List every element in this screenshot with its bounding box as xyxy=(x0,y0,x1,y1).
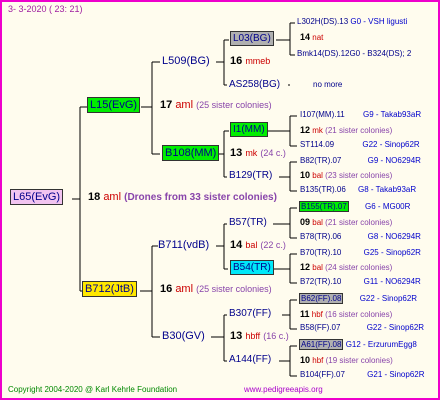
gen3-queen-8[interactable]: A144(FF) xyxy=(229,355,271,365)
gen4-code-14[interactable]: B104(FF).07 xyxy=(300,370,345,379)
website-link[interactable]: www.pedigreeapis.org xyxy=(244,386,323,394)
gen2-label-2: mk xyxy=(245,148,258,158)
gen4-code-7[interactable]: B155(TR).07 xyxy=(299,201,349,212)
gen4-code-6[interactable]: B135(TR).06 xyxy=(300,185,346,194)
gen2-queen-1[interactable]: L509(BG) xyxy=(162,56,210,67)
gen2-note-3: (22 c.) xyxy=(260,240,286,250)
root-queen[interactable]: L65(EvG) xyxy=(10,189,64,205)
gen2-label-1: mmeb xyxy=(245,56,271,66)
gen4-code-13[interactable]: A61(FF).08 xyxy=(299,339,344,350)
gen1-top-queen[interactable]: L15(EvG) xyxy=(87,97,141,113)
gen4-num-7: 10 xyxy=(300,355,311,365)
gen4-tail-10: G11 - NO6294R xyxy=(363,277,421,286)
gen4-tail-8: G8 - NO6294R xyxy=(367,232,421,241)
gen4-num-4: 09 xyxy=(300,217,311,227)
gen2-queen-3[interactable]: B711(vdB) xyxy=(158,240,209,251)
gen4-tail-1: G0 - VSH ligusti xyxy=(350,17,408,26)
gen4-code-2[interactable]: Bmk14(DS).12G0 - B324(DS); 2 xyxy=(297,50,411,58)
gen4-num-2: 12 xyxy=(300,125,311,135)
gen1-top-num: 17 xyxy=(160,99,173,111)
gen4-label-2: mk xyxy=(312,126,323,135)
gen2-num-4: 13 xyxy=(230,330,243,342)
gen3-queen-3[interactable]: I1(MM) xyxy=(230,122,268,137)
gen4-tail-11: G22 - Sinop62R xyxy=(359,294,418,303)
gen4-tail-12: G22 - Sinop62R xyxy=(366,323,425,332)
gen4-tail-4: G22 - Sinop62R xyxy=(362,140,420,149)
root-label: aml xyxy=(103,191,122,203)
gen4-tail-14: G21 - Sinop62R xyxy=(367,370,425,379)
gen4-note-3: (23 sister colonies) xyxy=(325,171,393,180)
gen1-top-note: (25 sister colonies) xyxy=(196,100,272,110)
root-note: (Drones from 33 sister colonies) xyxy=(124,192,277,203)
gen4-tail-6: G8 - Takab93aR xyxy=(358,185,417,194)
gen4-code-3[interactable]: I107(MM).11 xyxy=(300,110,345,119)
gen4-note-7: (19 sister colonies) xyxy=(325,356,393,365)
gen1-bot-note: (25 sister colonies) xyxy=(196,284,272,294)
gen4-label-4: bal xyxy=(312,218,323,227)
gen4-code-11[interactable]: B62(FF).08 xyxy=(299,293,344,304)
gen1-bot-queen[interactable]: B712(JtB) xyxy=(82,281,137,297)
gen4-tail-5: G9 - NO6294R xyxy=(367,156,421,165)
gen2-label-4: hbff xyxy=(245,331,261,341)
gen2-num-3: 14 xyxy=(230,239,243,251)
gen2-num-2: 13 xyxy=(230,147,243,159)
gen4-num-5: 12 xyxy=(300,262,311,272)
gen4-code-10[interactable]: B72(TR).10 xyxy=(300,277,341,286)
gen3-queen-5[interactable]: B57(TR) xyxy=(229,218,267,228)
gen4-code-4[interactable]: ST114.09 xyxy=(300,140,334,149)
gen4-note-5: (24 sister colonies) xyxy=(325,263,393,272)
gen4-code-1[interactable]: L302H(DS).13 xyxy=(297,17,348,26)
gen4-code-12[interactable]: B58(FF).07 xyxy=(300,323,340,332)
gen4-label-6: hbf xyxy=(311,310,323,319)
root-num: 18 xyxy=(88,191,101,203)
gen4-tail-9: G25 - Sinop62R xyxy=(363,248,421,257)
gen2-note-2: (24 c.) xyxy=(260,148,286,158)
gen3-queen-1[interactable]: L03(BG) xyxy=(230,31,274,46)
gen4-code-5[interactable]: B82(TR).07 xyxy=(300,156,341,165)
gen4-label-5: bal xyxy=(312,263,323,272)
gen4-tail-3: G9 - Takab93aR xyxy=(363,110,422,119)
gen4-note-2: (21 sister colonies) xyxy=(325,126,393,135)
gen2-queen-2[interactable]: B108(MM) xyxy=(162,145,220,161)
gen4-note-6: (16 sister colonies) xyxy=(325,310,393,319)
gen2-queen-4[interactable]: B30(GV) xyxy=(162,331,205,342)
gen3-queen-6[interactable]: B54(TR) xyxy=(230,260,274,275)
gen4-label-1: nat xyxy=(312,33,324,42)
gen4-tail-7: G6 - MG00R xyxy=(365,202,411,211)
gen4-label-3: bal xyxy=(312,171,323,180)
gen3-queen-7[interactable]: B307(FF) xyxy=(229,309,271,319)
gen4-tail-13: G12 - ErzurumEgg8 xyxy=(345,340,417,349)
gen4-code-9[interactable]: B70(TR).10 xyxy=(300,248,341,257)
gen1-bot-label: aml xyxy=(175,283,194,295)
gen4-code-8[interactable]: B78(TR).06 xyxy=(300,232,341,241)
gen2-label-3: bal xyxy=(245,240,258,250)
gen2-num-1: 16 xyxy=(230,55,243,67)
gen3-queen-4[interactable]: B129(TR) xyxy=(229,171,272,181)
copyright-text: Copyright 2004-2020 @ Karl Kehrle Founda… xyxy=(8,385,178,394)
gen2-note-4: (16 c.) xyxy=(263,331,289,341)
gen1-bot-num: 16 xyxy=(160,283,173,295)
pedigree-date: 3- 3-2020 ( 23: 21) xyxy=(8,4,83,14)
gen1-top-label: aml xyxy=(175,99,194,111)
gen4-note-4: (21 sister colonies) xyxy=(325,218,393,227)
gen4-num-6: 11 xyxy=(300,309,310,319)
gen4-num-1: 14 xyxy=(300,32,311,42)
gen4-num-3: 10 xyxy=(300,170,311,180)
gen3-queen-2[interactable]: AS258(BG) xyxy=(229,80,280,90)
gen4-no-more: no more xyxy=(313,80,343,89)
gen4-label-7: hbf xyxy=(312,356,324,365)
